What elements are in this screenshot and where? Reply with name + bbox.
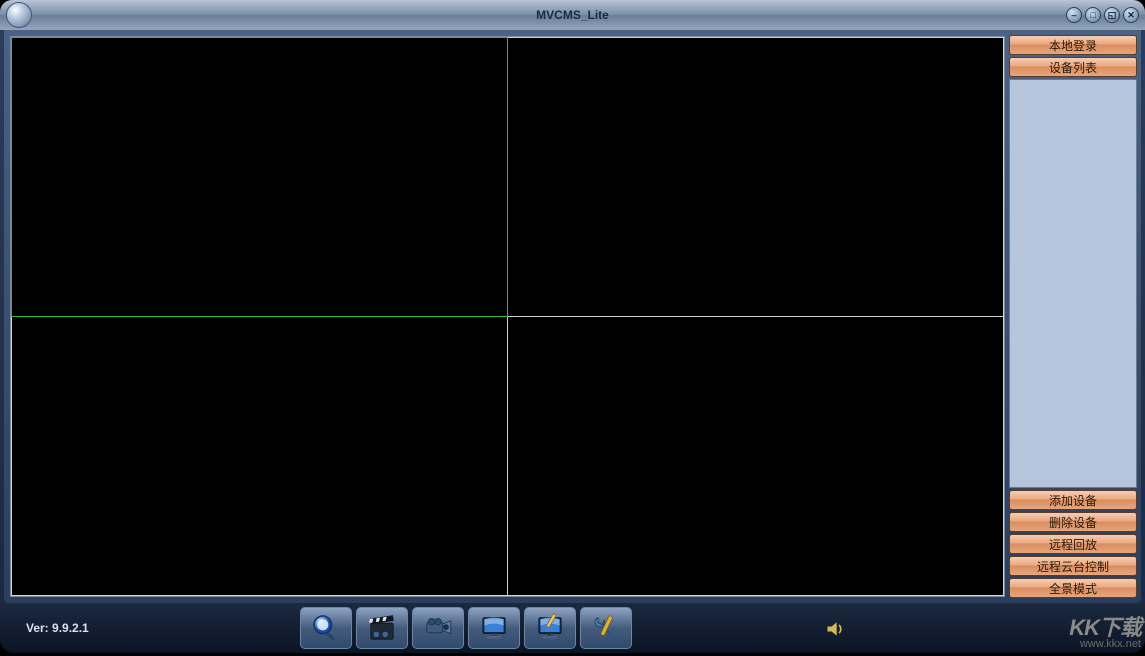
monitor-pen-icon bbox=[533, 612, 567, 644]
side-panel: 本地登录 设备列表 添加设备 删除设备 远程回放 远程云台控制 全景模式 bbox=[1009, 34, 1137, 599]
camcorder-icon bbox=[421, 612, 455, 644]
close-button[interactable]: ✕ bbox=[1123, 7, 1139, 23]
version-label: Ver: 9.9.2.1 bbox=[26, 621, 89, 635]
local-login-button[interactable]: 本地登录 bbox=[1009, 35, 1137, 55]
video-grid bbox=[10, 36, 1005, 597]
app-icon bbox=[6, 2, 32, 28]
monitor-icon bbox=[477, 612, 511, 644]
remote-playback-button[interactable]: 远程回放 bbox=[1009, 534, 1137, 554]
window-buttons: ⎯ □ ◱ ✕ bbox=[1066, 7, 1139, 23]
video-tile-4[interactable] bbox=[508, 317, 1005, 597]
delete-device-button[interactable]: 删除设备 bbox=[1009, 512, 1137, 532]
camera-button[interactable] bbox=[412, 607, 464, 649]
window-title: MVCMS_Lite bbox=[536, 8, 609, 22]
clapper-icon bbox=[365, 612, 399, 644]
search-button[interactable] bbox=[300, 607, 352, 649]
settings-button[interactable] bbox=[580, 607, 632, 649]
display-edit-button[interactable] bbox=[524, 607, 576, 649]
magnifier-icon bbox=[309, 612, 343, 644]
bottom-bar: Ver: 9.9.2.1 bbox=[0, 603, 1145, 653]
title-bar[interactable]: MVCMS_Lite ⎯ □ ◱ ✕ bbox=[0, 0, 1145, 30]
watermark-logo: KK下载 bbox=[1069, 616, 1141, 639]
speaker-icon[interactable] bbox=[825, 619, 845, 639]
device-list-panel[interactable] bbox=[1009, 79, 1137, 488]
video-tile-1[interactable] bbox=[11, 37, 508, 317]
record-button[interactable] bbox=[356, 607, 408, 649]
maximize-button[interactable]: ◱ bbox=[1104, 7, 1120, 23]
toolbar bbox=[300, 607, 632, 649]
watermark: KK下载 www.kkx.net bbox=[1069, 616, 1141, 651]
minimize-button[interactable]: ⎯ bbox=[1066, 7, 1082, 23]
watermark-url: www.kkx.net bbox=[1069, 639, 1141, 651]
restore-button[interactable]: □ bbox=[1085, 7, 1101, 23]
video-tile-3[interactable] bbox=[11, 317, 508, 597]
device-list-button[interactable]: 设备列表 bbox=[1009, 57, 1137, 77]
app-window: MVCMS_Lite ⎯ □ ◱ ✕ 本地登录 设备列表 添加设备 删除设备 远… bbox=[0, 0, 1145, 653]
display-button[interactable] bbox=[468, 607, 520, 649]
tools-icon bbox=[589, 612, 623, 644]
video-tile-2[interactable] bbox=[508, 37, 1005, 317]
add-device-button[interactable]: 添加设备 bbox=[1009, 490, 1137, 510]
remote-ptz-button[interactable]: 远程云台控制 bbox=[1009, 556, 1137, 576]
main-body: 本地登录 设备列表 添加设备 删除设备 远程回放 远程云台控制 全景模式 bbox=[4, 30, 1141, 603]
panorama-mode-button[interactable]: 全景模式 bbox=[1009, 578, 1137, 598]
